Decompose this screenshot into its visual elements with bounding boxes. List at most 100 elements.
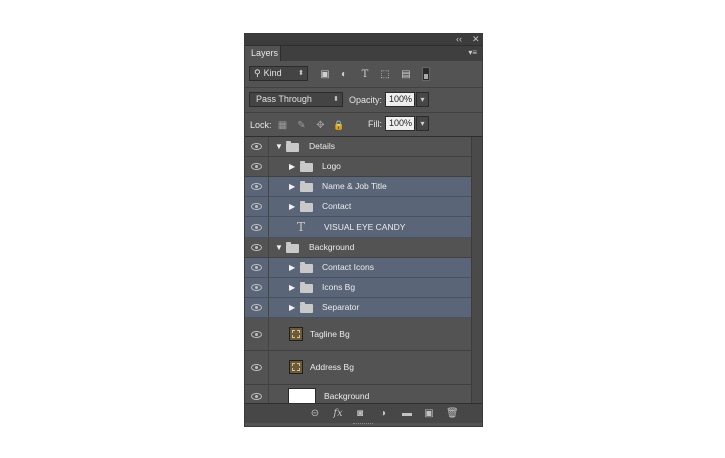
layer-name: Icons Bg (322, 282, 356, 292)
filter-kind-label: Kind (263, 68, 282, 78)
lock-transparent-pixels-icon[interactable]: ▦ (277, 120, 288, 131)
folder-icon (300, 262, 313, 273)
text-layer-icon: T (297, 219, 306, 234)
opacity-label: Opacity: (349, 95, 383, 105)
layer-row[interactable]: Address Bg (245, 351, 471, 385)
eye-icon (251, 304, 262, 311)
blend-row: Pass Through ⬍ Opacity: 100% ▾ (245, 88, 482, 113)
eye-icon (251, 224, 262, 231)
visibility-toggle[interactable] (245, 278, 269, 297)
link-layers-icon[interactable]: ⊝ (309, 408, 321, 420)
visibility-toggle[interactable] (245, 298, 269, 317)
eye-icon (251, 183, 262, 190)
eye-icon (251, 143, 262, 150)
expand-group-icon[interactable]: ▶ (289, 263, 295, 273)
shape-filter-icon[interactable]: ⬚ (379, 69, 391, 80)
expand-group-icon[interactable]: ▶ (289, 202, 295, 212)
adjustment-filter-icon[interactable]: ◐ (338, 69, 350, 80)
expand-group-icon[interactable]: ▶ (289, 182, 295, 192)
folder-icon (300, 181, 313, 192)
eye-icon (251, 364, 262, 371)
layer-list: ▼ Details ▶ Logo ▶ Name & Job Title ▶ Contact T V… (245, 137, 471, 409)
panel-tab-row: Layers ▾≡ (245, 46, 482, 61)
panel-menu-icon[interactable]: ▾≡ (468, 48, 477, 58)
layer-name: Details (309, 141, 335, 151)
eye-icon (251, 264, 262, 271)
layer-row[interactable]: ▼ Details (245, 137, 471, 157)
eye-icon (251, 284, 262, 291)
visibility-toggle[interactable] (245, 217, 269, 237)
layer-name: Separator (322, 302, 360, 312)
eye-icon (251, 393, 262, 400)
expand-group-icon[interactable]: ▶ (289, 162, 295, 172)
layer-name: Tagline Bg (310, 328, 350, 339)
eye-icon (251, 331, 262, 338)
filter-toggle-switch[interactable] (422, 67, 430, 81)
select-arrows-icon: ⬍ (298, 70, 304, 77)
layers-bottom-toolbar: ⊝ fx ◙ ◑ ▬ ▣ 🗑 (245, 403, 482, 423)
layer-row[interactable]: ▶ Separator (245, 298, 471, 318)
folder-icon (286, 141, 299, 152)
close-panel-icon[interactable]: ✕ (472, 34, 480, 45)
filter-row: ⚲ Kind ⬍ ▣ ◐ T ⬚ ▤ (245, 62, 482, 88)
folder-icon (300, 161, 313, 172)
new-adjustment-icon[interactable]: ◑ (377, 408, 389, 420)
layer-name: Background (324, 391, 370, 401)
eye-icon (251, 244, 262, 251)
filter-kind-select[interactable]: ⚲ Kind ⬍ (249, 66, 308, 81)
visibility-toggle[interactable] (245, 157, 269, 176)
image-filter-icon[interactable]: ▣ (319, 69, 331, 80)
new-group-icon[interactable]: ▬ (401, 408, 413, 420)
visibility-toggle[interactable] (245, 318, 269, 350)
folder-icon (300, 201, 313, 212)
visibility-toggle[interactable] (245, 351, 269, 384)
lock-image-pixels-icon[interactable]: ✎ (296, 120, 307, 131)
lock-row: Lock: ▦ ✎ ✥ 🔒 Fill: 100% ▾ (245, 113, 482, 137)
opacity-dropdown-button[interactable]: ▾ (416, 92, 429, 107)
search-icon: ⚲ (254, 68, 261, 78)
opacity-input[interactable]: 100% (385, 92, 415, 107)
lock-all-icon[interactable]: 🔒 (333, 120, 344, 131)
visibility-toggle[interactable] (245, 137, 269, 156)
expand-group-icon[interactable]: ▶ (289, 283, 295, 293)
visibility-toggle[interactable] (245, 258, 269, 277)
layer-row[interactable]: ▶ Contact (245, 197, 471, 217)
layer-row[interactable]: ▶ Name & Job Title (245, 177, 471, 197)
folder-icon (300, 282, 313, 293)
eye-icon (251, 203, 262, 210)
fill-input[interactable]: 100% (385, 116, 415, 131)
visibility-toggle[interactable] (245, 197, 269, 216)
layer-row[interactable]: ▼ Background (245, 238, 471, 258)
expand-group-icon[interactable]: ▶ (289, 303, 295, 313)
smart-object-thumbnail (289, 360, 303, 374)
layers-panel: ‹‹ ✕ Layers ▾≡ ⚲ Kind ⬍ ▣ ◐ T ⬚ ▤ Pass Th… (244, 33, 483, 427)
add-mask-icon[interactable]: ◙ (354, 408, 366, 420)
layer-list-scrollbar[interactable] (471, 137, 482, 403)
folder-icon (300, 302, 313, 313)
layer-row[interactable]: ▶ Contact Icons (245, 258, 471, 278)
layer-name: Contact (322, 201, 352, 211)
visibility-toggle[interactable] (245, 238, 269, 257)
layer-name: Logo (322, 161, 341, 171)
smart-object-filter-icon[interactable]: ▤ (400, 69, 412, 80)
new-layer-icon[interactable]: ▣ (423, 408, 435, 420)
collapse-group-icon[interactable]: ▼ (275, 142, 283, 152)
tab-layers[interactable]: Layers (245, 46, 281, 61)
layer-style-icon[interactable]: fx (332, 408, 344, 420)
layer-row[interactable]: T VISUAL EYE CANDY (245, 217, 471, 238)
collapse-group-icon[interactable]: ▼ (275, 243, 283, 253)
lock-position-icon[interactable]: ✥ (315, 120, 326, 131)
fill-dropdown-button[interactable]: ▾ (416, 116, 429, 131)
panel-resize-grip[interactable] (353, 423, 373, 427)
layer-name: Address Bg (310, 362, 354, 372)
delete-layer-icon[interactable]: 🗑 (446, 408, 459, 420)
lock-label: Lock: (250, 120, 272, 130)
layer-name: Contact Icons (322, 262, 374, 272)
collapse-panel-icon[interactable]: ‹‹ (456, 34, 462, 45)
visibility-toggle[interactable] (245, 177, 269, 196)
blend-mode-select[interactable]: Pass Through ⬍ (249, 92, 343, 107)
layer-row[interactable]: ▶ Icons Bg (245, 278, 471, 298)
type-filter-icon[interactable]: T (359, 69, 371, 80)
layer-row[interactable]: Tagline Bg (245, 318, 471, 351)
layer-row[interactable]: ▶ Logo (245, 157, 471, 177)
